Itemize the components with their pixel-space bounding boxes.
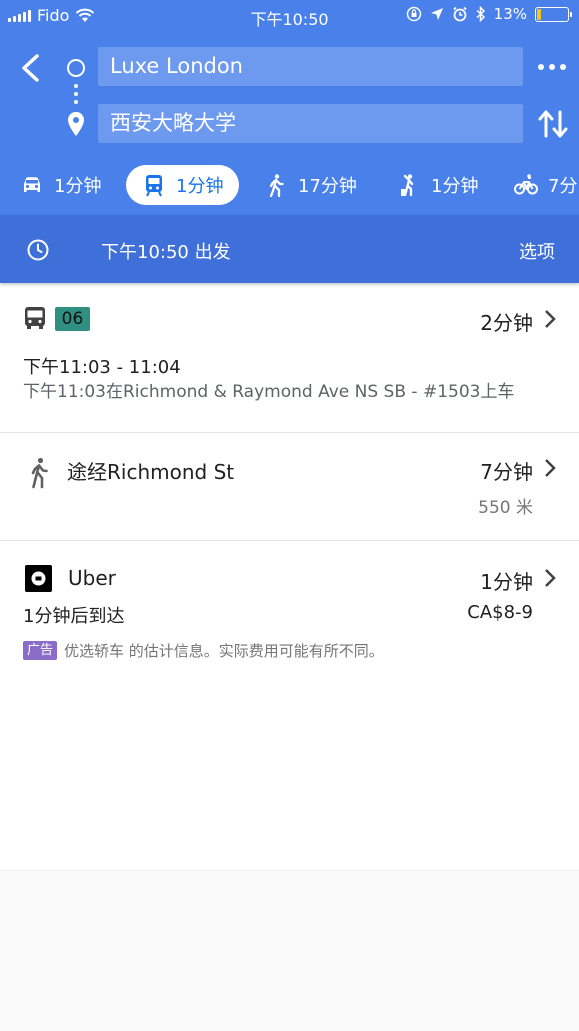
destination-input[interactable]: 西安大略大学	[98, 104, 523, 143]
route-badge: 06	[55, 307, 90, 331]
bus-icon	[25, 307, 45, 329]
tab-driving[interactable]: 1分钟	[20, 165, 101, 205]
swap-direction-button[interactable]	[536, 106, 570, 142]
rotation-lock-icon	[406, 6, 421, 22]
chevron-right-icon	[545, 569, 556, 587]
tab-cycling-label: 7分	[548, 176, 578, 197]
boarding-info: 下午11:03在Richmond & Raymond Ave NS SB - #…	[23, 382, 515, 402]
chevron-right-icon	[545, 459, 556, 477]
status-bar: Fido 下午10:50 13%	[0, 0, 579, 30]
battery-percent: 13%	[493, 5, 527, 23]
car-icon	[24, 177, 40, 192]
uber-name: Uber	[68, 566, 116, 590]
bluetooth-icon	[476, 6, 485, 22]
battery-level	[537, 8, 541, 20]
tab-transit[interactable]: 1分钟	[126, 165, 240, 205]
origin-input[interactable]: Luxe London	[98, 47, 523, 86]
tab-cycling[interactable]: 7分	[514, 165, 577, 205]
walk-duration: 7分钟	[480, 460, 533, 484]
tab-transit-label: 1分钟	[176, 176, 224, 197]
uber-price: CA$8-9	[467, 602, 533, 623]
transit-duration: 2分钟	[480, 311, 533, 335]
alarm-icon	[453, 6, 467, 22]
transit-step-card[interactable]: 06 2分钟 下午11:03 - 11:04 下午11:03在Richmond …	[0, 284, 579, 433]
clock-icon	[27, 239, 49, 261]
transit-time-range: 下午11:03 - 11:04	[23, 357, 181, 378]
ad-disclaimer: 优选轿车 的估计信息。实际费用可能有所不同。	[64, 642, 384, 660]
uber-card[interactable]: Uber 1分钟 1分钟后到达 CA$8-9 广告 优选轿车 的估计信息。实际费…	[0, 541, 579, 676]
walk-step-icon	[31, 457, 48, 489]
tab-rideshare[interactable]: 1分钟	[397, 165, 478, 205]
departure-time[interactable]: 下午10:50 出发	[101, 238, 231, 264]
tab-walking[interactable]: 17分钟	[264, 165, 357, 205]
uber-duration: 1分钟	[480, 570, 533, 594]
walk-step-card[interactable]: 途经Richmond St 7分钟 550 米	[0, 433, 579, 541]
location-arrow-icon	[430, 8, 443, 20]
travel-mode-tabs: 1分钟 1分钟 17分钟 1分钟 7分	[0, 163, 579, 207]
origin-circle-icon	[67, 59, 85, 77]
options-button[interactable]: 选项	[519, 238, 555, 264]
back-button[interactable]	[16, 48, 46, 88]
directions-header: Fido 下午10:50 13% Luxe London 西安大略大学 1分钟 …	[0, 0, 579, 215]
walk-icon	[269, 174, 284, 197]
battery-icon	[535, 6, 572, 22]
tab-walking-label: 17分钟	[298, 176, 357, 197]
more-options-button[interactable]	[532, 52, 572, 82]
ad-badge: 广告	[23, 641, 58, 660]
walk-distance: 550 米	[478, 498, 533, 518]
status-right-group: 13%	[406, 5, 572, 23]
tab-driving-label: 1分钟	[54, 176, 102, 197]
train-icon	[146, 175, 162, 197]
uber-arrival: 1分钟后到达	[23, 606, 125, 627]
departure-bar[interactable]: 下午10:50 出发 选项	[0, 215, 579, 283]
uber-logo-icon	[25, 565, 52, 592]
destination-pin-icon	[68, 112, 84, 136]
tab-rideshare-label: 1分钟	[431, 176, 479, 197]
route-dots-icon	[74, 84, 78, 104]
bike-icon	[514, 174, 538, 195]
chevron-right-icon	[545, 310, 556, 328]
walk-route-label: 途经Richmond St	[67, 460, 235, 484]
bottom-panel	[0, 870, 579, 1031]
rideshare-icon	[401, 174, 414, 197]
